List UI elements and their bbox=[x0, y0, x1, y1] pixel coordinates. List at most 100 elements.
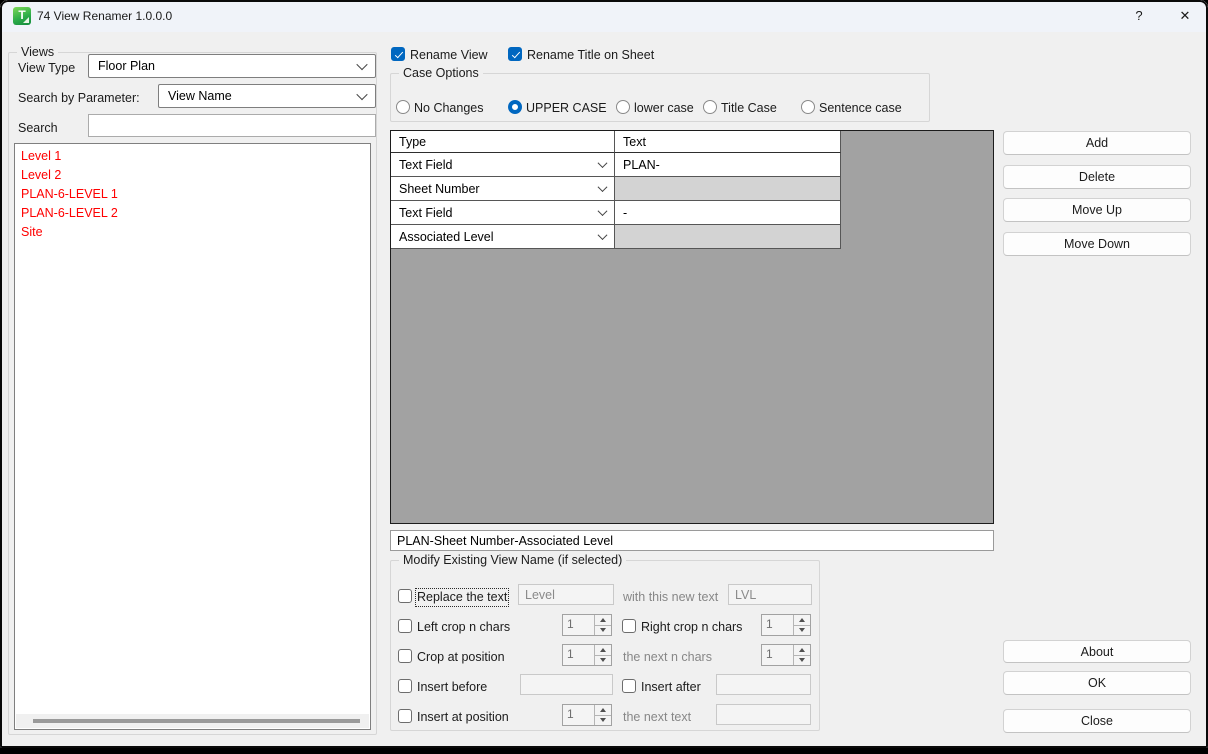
row-type-select[interactable]: Associated Level bbox=[391, 225, 615, 249]
insert-after-input[interactable] bbox=[716, 674, 811, 695]
close-button[interactable]: Close bbox=[1003, 709, 1191, 733]
radio-sentence-case-label: Sentence case bbox=[819, 101, 902, 116]
next-text-input[interactable] bbox=[716, 704, 811, 725]
right-crop-stepper[interactable]: 1 bbox=[761, 614, 811, 636]
view-type-select[interactable]: Floor Plan bbox=[88, 54, 376, 78]
replace-text-checkbox[interactable] bbox=[398, 589, 412, 603]
spin-down-icon[interactable] bbox=[794, 625, 810, 636]
search-by-parameter-select[interactable]: View Name bbox=[158, 84, 376, 108]
move-down-button[interactable]: Move Down bbox=[1003, 232, 1191, 256]
help-button[interactable]: ? bbox=[1120, 0, 1158, 31]
scrollbar-thumb[interactable] bbox=[33, 719, 360, 723]
row-text-cell[interactable]: - bbox=[615, 201, 841, 225]
delete-button[interactable]: Delete bbox=[1003, 165, 1191, 189]
insert-before-label: Insert before bbox=[417, 680, 487, 695]
crop-position-value: 1 bbox=[563, 645, 594, 665]
insert-at-position-label: Insert at position bbox=[417, 710, 509, 725]
modify-group-label: Modify Existing View Name (if selected) bbox=[399, 553, 626, 568]
radio-lower-case-label: lower case bbox=[634, 101, 694, 116]
move-up-button[interactable]: Move Up bbox=[1003, 198, 1191, 222]
right-crop-checkbox[interactable] bbox=[622, 619, 636, 633]
view-type-label: View Type bbox=[18, 61, 75, 76]
insert-before-input[interactable] bbox=[520, 674, 613, 695]
about-button[interactable]: About bbox=[1003, 640, 1191, 663]
insert-position-stepper[interactable]: 1 bbox=[562, 704, 612, 726]
rename-view-label: Rename View bbox=[410, 48, 488, 63]
row-text-cell[interactable]: PLAN- bbox=[615, 153, 841, 177]
replace-find-input[interactable]: Level bbox=[518, 584, 614, 605]
row-type-select[interactable]: Text Field bbox=[391, 153, 615, 177]
views-group-label: Views bbox=[17, 45, 58, 60]
search-by-parameter-label: Search by Parameter: bbox=[18, 91, 140, 106]
list-item[interactable]: Site bbox=[15, 223, 370, 242]
left-crop-stepper[interactable]: 1 bbox=[562, 614, 612, 636]
spin-up-icon[interactable] bbox=[794, 615, 810, 625]
insert-before-checkbox[interactable] bbox=[398, 679, 412, 693]
chevron-down-icon bbox=[356, 59, 367, 70]
view-type-value: Floor Plan bbox=[98, 59, 358, 73]
row-type-value: Sheet Number bbox=[399, 182, 480, 196]
replace-text-label: Replace the text bbox=[417, 590, 507, 605]
column-header-type: Type bbox=[391, 131, 615, 153]
horizontal-scrollbar[interactable] bbox=[16, 714, 369, 728]
app-icon-cursor bbox=[23, 17, 29, 23]
row-type-value: Text Field bbox=[399, 158, 453, 172]
chevron-down-icon bbox=[598, 230, 608, 240]
close-window-button[interactable]: ✕ bbox=[1166, 0, 1204, 31]
search-input[interactable] bbox=[88, 114, 376, 137]
radio-title-case-label: Title Case bbox=[721, 101, 777, 116]
row-type-value: Text Field bbox=[399, 206, 453, 220]
rename-title-checkbox[interactable] bbox=[508, 47, 522, 61]
ok-button[interactable]: OK bbox=[1003, 671, 1191, 695]
spin-down-icon[interactable] bbox=[595, 715, 611, 726]
left-crop-label: Left crop n chars bbox=[417, 620, 510, 635]
crop-position-stepper[interactable]: 1 bbox=[562, 644, 612, 666]
row-type-value: Associated Level bbox=[399, 230, 494, 244]
spin-down-icon[interactable] bbox=[794, 655, 810, 666]
chevron-down-icon bbox=[598, 182, 608, 192]
chevron-down-icon bbox=[356, 89, 367, 100]
radio-no-changes[interactable] bbox=[396, 100, 410, 114]
next-n-chars-stepper[interactable]: 1 bbox=[761, 644, 811, 666]
insert-after-checkbox[interactable] bbox=[622, 679, 636, 693]
app-icon: T bbox=[13, 7, 31, 25]
title-bar: T 74 View Renamer 1.0.0.0 ? ✕ bbox=[0, 0, 1208, 32]
insert-position-value: 1 bbox=[563, 705, 594, 725]
left-crop-checkbox[interactable] bbox=[398, 619, 412, 633]
radio-no-changes-label: No Changes bbox=[414, 101, 484, 116]
views-list[interactable]: Level 1 Level 2 PLAN-6-LEVEL 1 PLAN-6-LE… bbox=[14, 143, 371, 730]
spin-up-icon[interactable] bbox=[595, 705, 611, 715]
spin-down-icon[interactable] bbox=[595, 655, 611, 666]
preview-name-field[interactable]: PLAN-Sheet Number-Associated Level bbox=[390, 530, 994, 551]
row-text-cell-disabled bbox=[615, 177, 841, 201]
spin-up-icon[interactable] bbox=[794, 645, 810, 655]
radio-upper-case-label: UPPER CASE bbox=[526, 101, 607, 116]
spin-down-icon[interactable] bbox=[595, 625, 611, 636]
add-button[interactable]: Add bbox=[1003, 131, 1191, 155]
radio-title-case[interactable] bbox=[703, 100, 717, 114]
next-text-label: the next text bbox=[623, 710, 691, 725]
search-label: Search bbox=[18, 121, 58, 136]
radio-upper-case[interactable] bbox=[508, 100, 522, 114]
list-item[interactable]: PLAN-6-LEVEL 1 bbox=[15, 185, 370, 204]
radio-sentence-case[interactable] bbox=[801, 100, 815, 114]
spin-up-icon[interactable] bbox=[595, 645, 611, 655]
insert-at-position-checkbox[interactable] bbox=[398, 709, 412, 723]
spin-up-icon[interactable] bbox=[595, 615, 611, 625]
window-title: 74 View Renamer 1.0.0.0 bbox=[37, 0, 172, 32]
rename-title-label: Rename Title on Sheet bbox=[527, 48, 654, 63]
row-type-select[interactable]: Text Field bbox=[391, 201, 615, 225]
list-item[interactable]: Level 1 bbox=[15, 147, 370, 166]
app-window: T 74 View Renamer 1.0.0.0 ? ✕ Views View… bbox=[0, 0, 1208, 748]
radio-lower-case[interactable] bbox=[616, 100, 630, 114]
row-type-select[interactable]: Sheet Number bbox=[391, 177, 615, 201]
rename-view-checkbox[interactable] bbox=[391, 47, 405, 61]
list-item[interactable]: PLAN-6-LEVEL 2 bbox=[15, 204, 370, 223]
list-item[interactable]: Level 2 bbox=[15, 166, 370, 185]
crop-at-position-checkbox[interactable] bbox=[398, 649, 412, 663]
crop-at-position-label: Crop at position bbox=[417, 650, 505, 665]
replace-new-input[interactable]: LVL bbox=[728, 584, 812, 605]
right-crop-value: 1 bbox=[762, 615, 793, 635]
next-n-chars-label: the next n chars bbox=[623, 650, 712, 665]
replace-middle-label: with this new text bbox=[623, 590, 718, 605]
